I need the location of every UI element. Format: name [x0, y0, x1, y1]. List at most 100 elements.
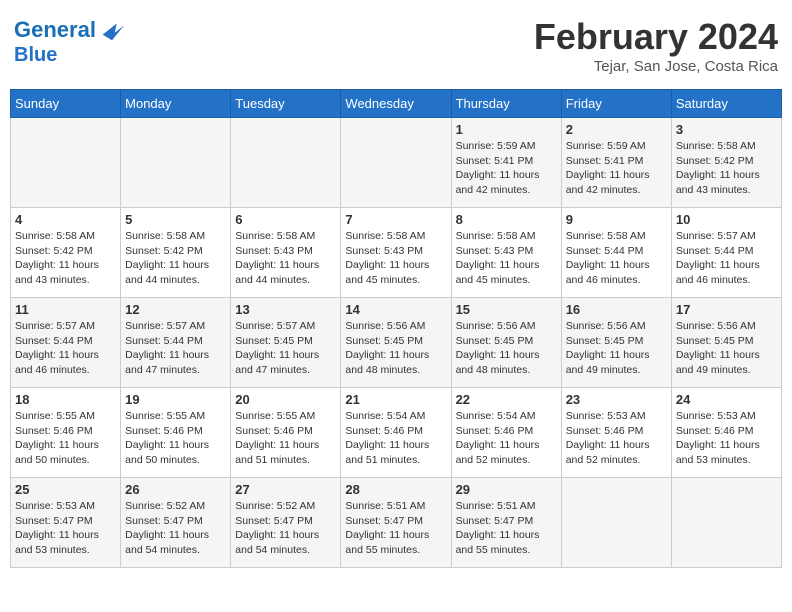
day-number: 15: [456, 302, 557, 317]
day-info: Sunrise: 5:58 AMSunset: 5:43 PMDaylight:…: [345, 229, 446, 288]
calendar-cell: 29Sunrise: 5:51 AMSunset: 5:47 PMDayligh…: [451, 478, 561, 568]
week-row-1: 4 Sunrise: 5:58 AMSunset: 5:42 PMDaylight…: [11, 208, 782, 298]
calendar-cell: [561, 478, 671, 568]
calendar-cell: 14Sunrise: 5:56 AMSunset: 5:45 PMDayligh…: [341, 298, 451, 388]
logo-general: General: [14, 17, 96, 42]
day-info: Sunrise: 5:55 AMSunset: 5:46 PMDaylight:…: [235, 409, 336, 468]
day-info: Sunrise: 5:58 AMSunset: 5:42 PMDaylight:…: [15, 229, 116, 288]
week-row-3: 18 Sunrise: 5:55 AMSunset: 5:46 PMDayligh…: [11, 388, 782, 478]
day-number: 5: [125, 212, 226, 227]
calendar-cell: 15 Sunrise: 5:56 AMSunset: 5:45 PMDayligh…: [451, 298, 561, 388]
day-info: Sunrise: 5:53 AMSunset: 5:47 PMDaylight:…: [15, 499, 116, 558]
calendar-cell: 6 Sunrise: 5:58 AMSunset: 5:43 PMDaylight…: [231, 208, 341, 298]
calendar-body: 1 Sunrise: 5:59 AMSunset: 5:41 PMDaylight…: [11, 118, 782, 568]
calendar-cell: 26 Sunrise: 5:52 AMSunset: 5:47 PMDayligh…: [121, 478, 231, 568]
calendar-cell: 7 Sunrise: 5:58 AMSunset: 5:43 PMDaylight…: [341, 208, 451, 298]
week-row-4: 25 Sunrise: 5:53 AMSunset: 5:47 PMDayligh…: [11, 478, 782, 568]
week-row-2: 11 Sunrise: 5:57 AMSunset: 5:44 PMDayligh…: [11, 298, 782, 388]
calendar-cell: 4 Sunrise: 5:58 AMSunset: 5:42 PMDaylight…: [11, 208, 121, 298]
day-number: 11: [15, 302, 116, 317]
calendar-cell: 11 Sunrise: 5:57 AMSunset: 5:44 PMDayligh…: [11, 298, 121, 388]
calendar-cell: 3 Sunrise: 5:58 AMSunset: 5:42 PMDaylight…: [671, 118, 781, 208]
logo-icon: [98, 16, 126, 44]
day-info: Sunrise: 5:57 AMSunset: 5:45 PMDaylight:…: [235, 319, 336, 378]
day-number: 24: [676, 392, 777, 407]
day-info: Sunrise: 5:51 AMSunset: 5:47 PMDaylight:…: [345, 499, 446, 558]
day-header-tuesday: Tuesday: [231, 90, 341, 118]
day-info: Sunrise: 5:54 AMSunset: 5:46 PMDaylight:…: [456, 409, 557, 468]
day-info: Sunrise: 5:58 AMSunset: 5:42 PMDaylight:…: [676, 139, 777, 198]
calendar-cell: 5 Sunrise: 5:58 AMSunset: 5:42 PMDaylight…: [121, 208, 231, 298]
day-header-wednesday: Wednesday: [341, 90, 451, 118]
day-number: 27: [235, 482, 336, 497]
day-number: 8: [456, 212, 557, 227]
logo: General Blue: [14, 16, 126, 66]
day-info: Sunrise: 5:52 AMSunset: 5:47 PMDaylight:…: [235, 499, 336, 558]
day-info: Sunrise: 5:59 AMSunset: 5:41 PMDaylight:…: [456, 139, 557, 198]
calendar-cell: [671, 478, 781, 568]
header-row: SundayMondayTuesdayWednesdayThursdayFrid…: [11, 90, 782, 118]
calendar-cell: 17Sunrise: 5:56 AMSunset: 5:45 PMDayligh…: [671, 298, 781, 388]
week-row-0: 1 Sunrise: 5:59 AMSunset: 5:41 PMDaylight…: [11, 118, 782, 208]
calendar-cell: 27 Sunrise: 5:52 AMSunset: 5:47 PMDayligh…: [231, 478, 341, 568]
day-info: Sunrise: 5:56 AMSunset: 5:45 PMDaylight:…: [345, 319, 446, 378]
calendar-cell: [11, 118, 121, 208]
day-number: 29: [456, 482, 557, 497]
day-number: 3: [676, 122, 777, 137]
day-number: 21: [345, 392, 446, 407]
title-section: February 2024 Tejar, San Jose, Costa Ric…: [534, 16, 778, 75]
day-header-saturday: Saturday: [671, 90, 781, 118]
day-info: Sunrise: 5:56 AMSunset: 5:45 PMDaylight:…: [456, 319, 557, 378]
calendar-cell: 23 Sunrise: 5:53 AMSunset: 5:46 PMDayligh…: [561, 388, 671, 478]
day-info: Sunrise: 5:57 AMSunset: 5:44 PMDaylight:…: [676, 229, 777, 288]
calendar-cell: 2 Sunrise: 5:59 AMSunset: 5:41 PMDaylight…: [561, 118, 671, 208]
day-number: 17: [676, 302, 777, 317]
day-info: Sunrise: 5:57 AMSunset: 5:44 PMDaylight:…: [15, 319, 116, 378]
day-number: 12: [125, 302, 226, 317]
calendar-cell: 22Sunrise: 5:54 AMSunset: 5:46 PMDayligh…: [451, 388, 561, 478]
calendar-cell: 10 Sunrise: 5:57 AMSunset: 5:44 PMDayligh…: [671, 208, 781, 298]
day-header-friday: Friday: [561, 90, 671, 118]
day-number: 9: [566, 212, 667, 227]
day-info: Sunrise: 5:59 AMSunset: 5:41 PMDaylight:…: [566, 139, 667, 198]
day-number: 18: [15, 392, 116, 407]
day-number: 25: [15, 482, 116, 497]
day-header-monday: Monday: [121, 90, 231, 118]
day-info: Sunrise: 5:58 AMSunset: 5:44 PMDaylight:…: [566, 229, 667, 288]
calendar-cell: [231, 118, 341, 208]
day-info: Sunrise: 5:57 AMSunset: 5:44 PMDaylight:…: [125, 319, 226, 378]
day-number: 2: [566, 122, 667, 137]
calendar-cell: 21Sunrise: 5:54 AMSunset: 5:46 PMDayligh…: [341, 388, 451, 478]
logo-blue: Blue: [14, 44, 126, 66]
calendar-cell: 18Sunrise: 5:55 AMSunset: 5:46 PMDayligh…: [11, 388, 121, 478]
calendar-header: SundayMondayTuesdayWednesdayThursdayFrid…: [11, 90, 782, 118]
calendar-subtitle: Tejar, San Jose, Costa Rica: [534, 58, 778, 75]
day-number: 26: [125, 482, 226, 497]
calendar-cell: 12 Sunrise: 5:57 AMSunset: 5:44 PMDayligh…: [121, 298, 231, 388]
calendar-cell: 20Sunrise: 5:55 AMSunset: 5:46 PMDayligh…: [231, 388, 341, 478]
calendar-cell: 19Sunrise: 5:55 AMSunset: 5:46 PMDayligh…: [121, 388, 231, 478]
day-number: 10: [676, 212, 777, 227]
day-info: Sunrise: 5:52 AMSunset: 5:47 PMDaylight:…: [125, 499, 226, 558]
calendar-cell: 13Sunrise: 5:57 AMSunset: 5:45 PMDayligh…: [231, 298, 341, 388]
day-number: 28: [345, 482, 446, 497]
day-info: Sunrise: 5:58 AMSunset: 5:43 PMDaylight:…: [235, 229, 336, 288]
day-number: 1: [456, 122, 557, 137]
day-number: 6: [235, 212, 336, 227]
calendar-cell: 8 Sunrise: 5:58 AMSunset: 5:43 PMDaylight…: [451, 208, 561, 298]
calendar-cell: 24 Sunrise: 5:53 AMSunset: 5:46 PMDayligh…: [671, 388, 781, 478]
day-header-thursday: Thursday: [451, 90, 561, 118]
calendar-cell: [341, 118, 451, 208]
day-number: 23: [566, 392, 667, 407]
day-info: Sunrise: 5:58 AMSunset: 5:42 PMDaylight:…: [125, 229, 226, 288]
day-info: Sunrise: 5:53 AMSunset: 5:46 PMDaylight:…: [676, 409, 777, 468]
day-number: 7: [345, 212, 446, 227]
day-number: 4: [15, 212, 116, 227]
day-info: Sunrise: 5:58 AMSunset: 5:43 PMDaylight:…: [456, 229, 557, 288]
calendar-cell: 25 Sunrise: 5:53 AMSunset: 5:47 PMDayligh…: [11, 478, 121, 568]
day-number: 19: [125, 392, 226, 407]
day-info: Sunrise: 5:53 AMSunset: 5:46 PMDaylight:…: [566, 409, 667, 468]
calendar-cell: 28 Sunrise: 5:51 AMSunset: 5:47 PMDayligh…: [341, 478, 451, 568]
calendar-cell: 1 Sunrise: 5:59 AMSunset: 5:41 PMDaylight…: [451, 118, 561, 208]
day-info: Sunrise: 5:56 AMSunset: 5:45 PMDaylight:…: [566, 319, 667, 378]
